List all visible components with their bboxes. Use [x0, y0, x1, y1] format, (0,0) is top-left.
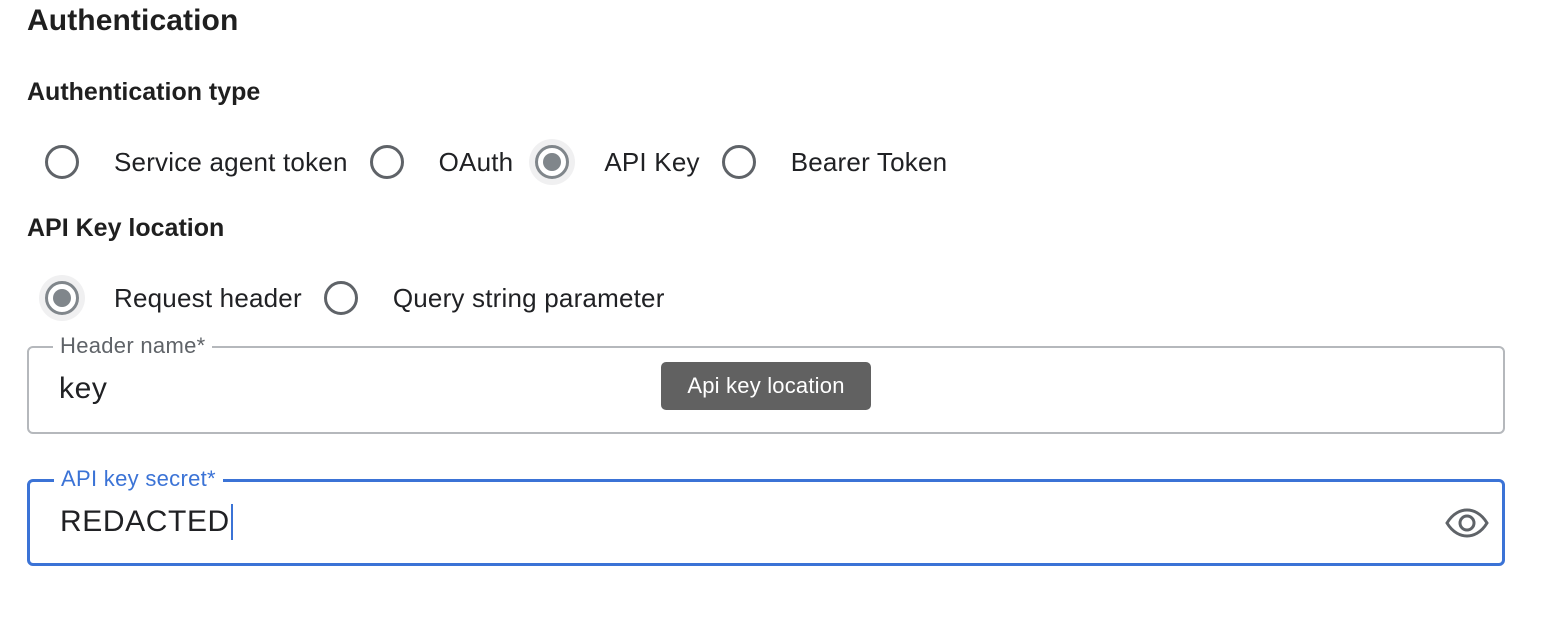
- tooltip: Api key location: [661, 362, 871, 410]
- radio-label: Service agent token: [114, 146, 348, 177]
- api-key-secret-value: REDACTED: [60, 505, 230, 538]
- radio-option-query-string-parameter[interactable]: Query string parameter: [323, 281, 687, 315]
- eye-icon[interactable]: [1444, 500, 1490, 546]
- radio-button[interactable]: [369, 145, 404, 179]
- radio-label: Bearer Token: [790, 146, 948, 177]
- api-key-secret-input[interactable]: REDACTED: [60, 504, 233, 540]
- radio-option-service-agent-token[interactable]: Service agent token: [45, 145, 370, 179]
- api-key-secret-field[interactable]: API key secret* REDACTED: [27, 466, 1505, 566]
- auth-type-heading: Authentication type: [27, 78, 261, 106]
- radio-button-selected[interactable]: [535, 145, 570, 179]
- radio-button[interactable]: [721, 145, 756, 179]
- key-location-radio-group: Request header Query string parameter: [45, 276, 687, 320]
- authentication-panel: Authentication Authentication type Servi…: [0, 0, 1554, 632]
- tooltip-text: Api key location: [687, 373, 845, 398]
- section-title: Authentication: [27, 4, 239, 37]
- header-name-label: Header name*: [53, 333, 213, 359]
- radio-button-selected[interactable]: [45, 281, 79, 315]
- radio-option-api-key[interactable]: API Key: [535, 145, 721, 179]
- api-key-secret-label: API key secret*: [54, 466, 223, 492]
- radio-label: OAuth: [438, 146, 514, 177]
- radio-button[interactable]: [45, 145, 79, 179]
- radio-label: Request header: [114, 282, 302, 313]
- radio-label: API Key: [604, 146, 700, 177]
- auth-type-radio-group: Service agent token OAuth API Key Bearer…: [45, 140, 969, 184]
- radio-label: Query string parameter: [392, 282, 665, 313]
- radio-option-request-header[interactable]: Request header: [45, 281, 324, 315]
- header-name-value: key: [59, 372, 108, 405]
- header-name-input[interactable]: key: [59, 372, 108, 406]
- radio-option-oauth[interactable]: OAuth: [369, 145, 536, 179]
- text-caret: [230, 504, 233, 540]
- key-location-heading: API Key location: [27, 214, 225, 242]
- radio-option-bearer-token[interactable]: Bearer Token: [721, 145, 970, 179]
- radio-button[interactable]: [323, 281, 358, 315]
